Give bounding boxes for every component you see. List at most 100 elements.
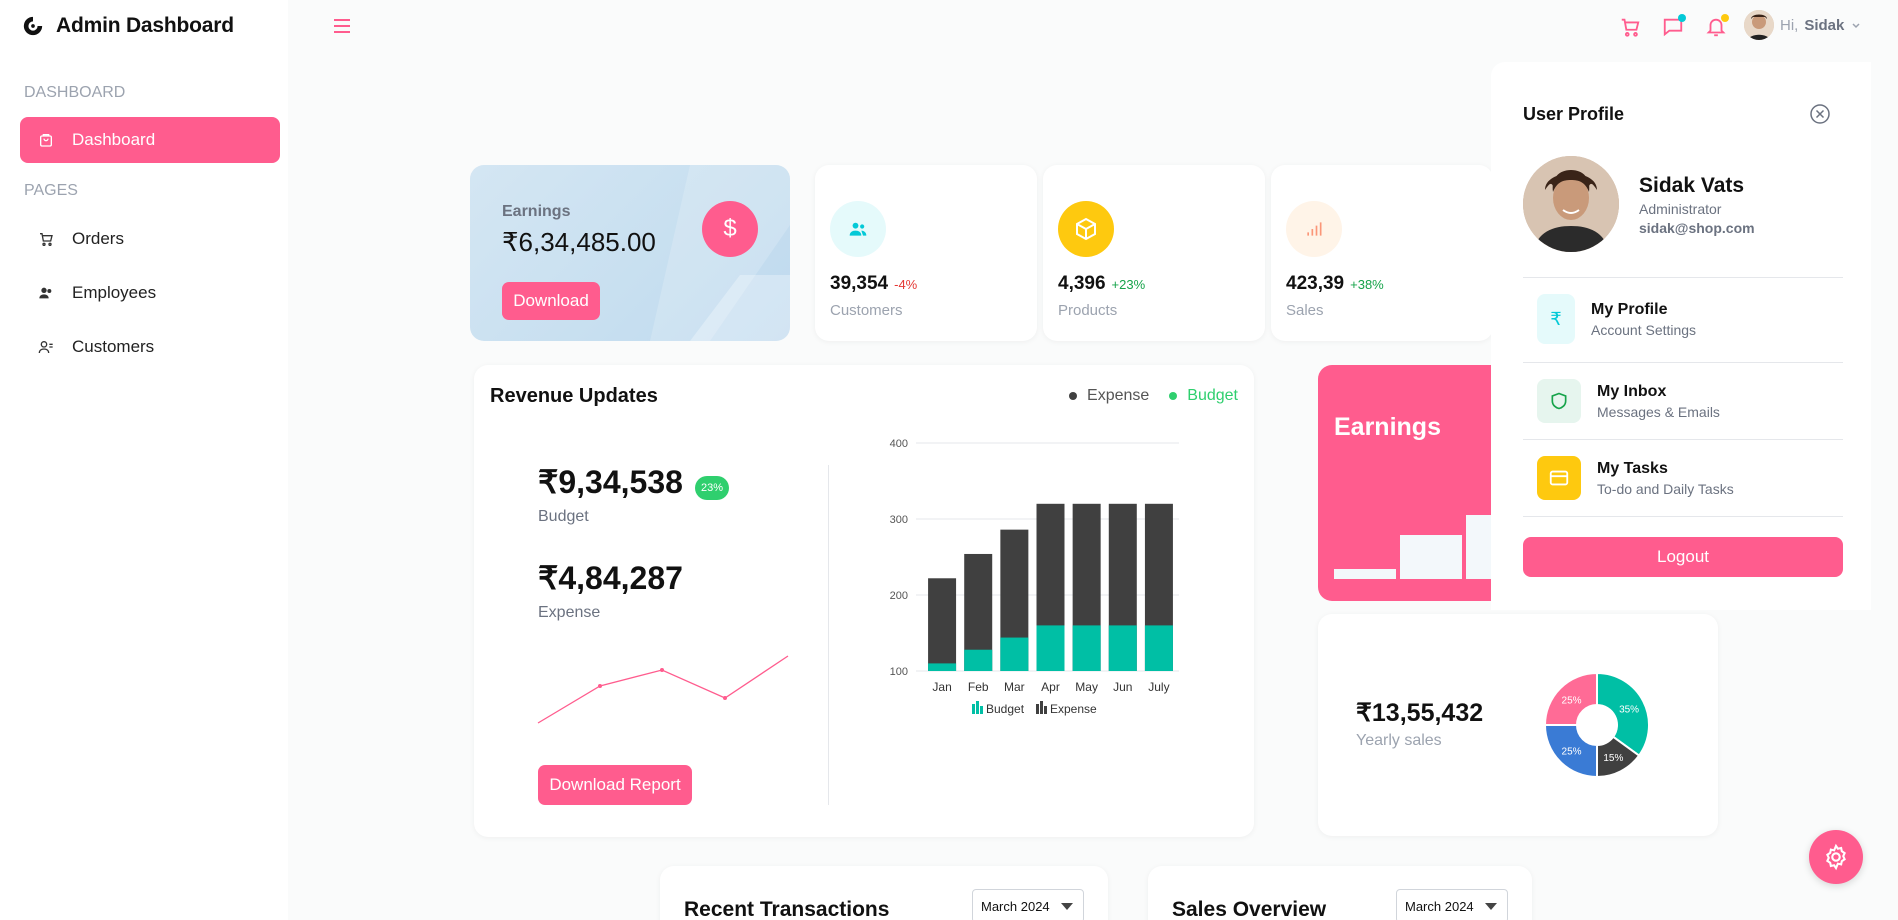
download-button[interactable]: Download bbox=[502, 282, 600, 320]
section-label-pages: PAGES bbox=[24, 182, 78, 199]
sidebar-item-label: Employees bbox=[72, 283, 157, 302]
recent-transactions-card: Recent Transactions March 2024 bbox=[660, 866, 1108, 920]
stat-card-sales: 423,39 +38% Sales bbox=[1271, 165, 1493, 341]
chevron-down-icon bbox=[1852, 23, 1860, 29]
settings-button[interactable] bbox=[1809, 830, 1863, 884]
profile-item-my-profile[interactable]: ₹ My Profile Account Settings bbox=[1537, 294, 1696, 344]
earnings-mini-bars bbox=[1334, 515, 1498, 579]
bar-expense bbox=[928, 578, 957, 671]
x-tick-label: Jun bbox=[1113, 680, 1132, 694]
divider bbox=[828, 465, 829, 805]
hamburger-menu-icon[interactable] bbox=[332, 16, 352, 36]
gear-icon bbox=[1826, 843, 1846, 871]
rupee-icon: ₹ bbox=[1537, 294, 1575, 344]
y-tick-label: 200 bbox=[890, 590, 908, 602]
download-report-button[interactable]: Download Report bbox=[538, 765, 692, 805]
profile-item-my-inbox[interactable]: My Inbox Messages & Emails bbox=[1537, 379, 1720, 423]
y-tick-label: 300 bbox=[890, 514, 908, 526]
section-label-dashboard: DASHBOARD bbox=[24, 84, 126, 101]
user-name: Sidak bbox=[1804, 16, 1845, 34]
divider bbox=[1523, 439, 1843, 440]
bar-budget bbox=[964, 649, 993, 671]
brand-title: Admin Dashboard bbox=[56, 14, 234, 37]
expense-value: ₹4,84,287 bbox=[538, 560, 683, 596]
profile-heading: User Profile bbox=[1523, 104, 1625, 124]
legend-budget-swatch bbox=[980, 706, 983, 714]
pie-label: 25% bbox=[1562, 746, 1582, 757]
caret-down-icon bbox=[1061, 903, 1073, 910]
cart-icon[interactable] bbox=[1615, 12, 1645, 42]
sidebar-item-label: Orders bbox=[72, 229, 124, 248]
card-icon bbox=[1537, 456, 1581, 500]
stat-value: 39,354 -4% bbox=[830, 273, 918, 294]
stat-value: 4,396 +23% bbox=[1058, 273, 1146, 294]
customers-icon bbox=[36, 337, 56, 357]
divider bbox=[1523, 362, 1843, 363]
profile-role: Administrator bbox=[1639, 201, 1722, 217]
earnings-pink-card: Earnings bbox=[1318, 365, 1498, 601]
shopping-bag-icon bbox=[36, 130, 56, 150]
revenue-bar-chart: 100 200 300 400 Jan Feb Mar Apr May Jun July Budget… bbox=[890, 438, 1179, 716]
customers-icon[interactable] bbox=[830, 201, 886, 257]
sidebar-item-dashboard[interactable]: Dashboard bbox=[20, 117, 280, 163]
greeting: Hi, bbox=[1780, 16, 1799, 34]
recent-transactions-title: Recent Transactions bbox=[684, 898, 890, 920]
bar-budget bbox=[1144, 625, 1173, 671]
cart-icon bbox=[36, 229, 56, 249]
earnings-pink-title: Earnings bbox=[1334, 413, 1441, 441]
logo-icon bbox=[23, 16, 43, 36]
stat-value: 423,39 +38% bbox=[1286, 273, 1384, 294]
sidebar-item-orders[interactable]: Orders bbox=[20, 216, 280, 262]
legend-budget-swatch bbox=[976, 701, 979, 714]
earnings-value: ₹6,34,485.00 bbox=[502, 227, 656, 257]
earnings-label: Earnings bbox=[502, 203, 571, 220]
profile-avatar bbox=[1523, 156, 1619, 252]
profile-name: Sidak Vats bbox=[1639, 174, 1745, 197]
yearly-sales-card: ₹13,55,432 Yearly sales 35% 15% 25% 25% bbox=[1318, 614, 1718, 836]
x-tick-label: Mar bbox=[1004, 680, 1025, 694]
legend-expense-label: Expense bbox=[1050, 702, 1097, 716]
box-icon[interactable] bbox=[1058, 201, 1114, 257]
sidebar-item-employees[interactable]: Employees bbox=[20, 270, 280, 316]
stat-card-customers: 39,354 -4% Customers bbox=[815, 165, 1037, 341]
profile-email: sidak@shop.com bbox=[1639, 220, 1755, 236]
x-tick-label: May bbox=[1075, 680, 1098, 694]
legend-expense-swatch bbox=[1036, 704, 1039, 714]
chat-notification-dot bbox=[1678, 14, 1686, 22]
stat-change: +38% bbox=[1350, 277, 1384, 292]
legend-expense-swatch bbox=[1044, 706, 1047, 714]
y-tick-label: 100 bbox=[890, 666, 908, 678]
x-tick-label: Jan bbox=[932, 680, 951, 694]
brand[interactable]: Admin Dashboard bbox=[22, 14, 234, 38]
bell-icon[interactable] bbox=[1701, 12, 1731, 42]
divider bbox=[1523, 516, 1843, 517]
legend-budget-label: Budget bbox=[986, 702, 1025, 716]
revenue-legend: Expense Budget bbox=[1069, 387, 1238, 405]
close-icon[interactable] bbox=[1808, 102, 1832, 126]
revenue-title: Revenue Updates bbox=[490, 385, 658, 407]
yearly-value: ₹13,55,432 bbox=[1356, 699, 1484, 727]
profile-item-my-tasks[interactable]: My Tasks To-do and Daily Tasks bbox=[1537, 456, 1734, 500]
stat-label: Customers bbox=[830, 302, 903, 319]
caret-down-icon bbox=[1485, 903, 1497, 910]
bar-budget bbox=[1036, 625, 1065, 671]
dollar-icon[interactable]: $ bbox=[702, 201, 758, 257]
sidebar-item-label: Dashboard bbox=[72, 130, 156, 149]
logout-button[interactable]: Logout bbox=[1523, 537, 1843, 577]
month-select[interactable]: March 2024 bbox=[972, 889, 1084, 920]
chat-icon[interactable] bbox=[1658, 12, 1688, 42]
bar-chart-icon[interactable] bbox=[1286, 201, 1342, 257]
expense-label: Expense bbox=[538, 604, 601, 621]
month-select[interactable]: March 2024 bbox=[1396, 889, 1508, 920]
x-tick-label: Feb bbox=[968, 680, 989, 694]
budget-label: Budget bbox=[538, 508, 589, 525]
sidebar: Admin Dashboard DASHBOARD Dashboard PAGE… bbox=[0, 0, 288, 920]
sparkline bbox=[537, 655, 789, 724]
x-tick-label: Apr bbox=[1041, 680, 1060, 694]
user-menu[interactable]: Hi, Sidak bbox=[1744, 10, 1862, 40]
sidebar-item-customers[interactable]: Customers bbox=[20, 324, 280, 370]
x-tick-label: July bbox=[1148, 680, 1169, 694]
sales-overview-card: Sales Overview March 2024 bbox=[1148, 866, 1532, 920]
bar-budget bbox=[1000, 637, 1029, 671]
legend-budget-swatch bbox=[972, 704, 975, 714]
